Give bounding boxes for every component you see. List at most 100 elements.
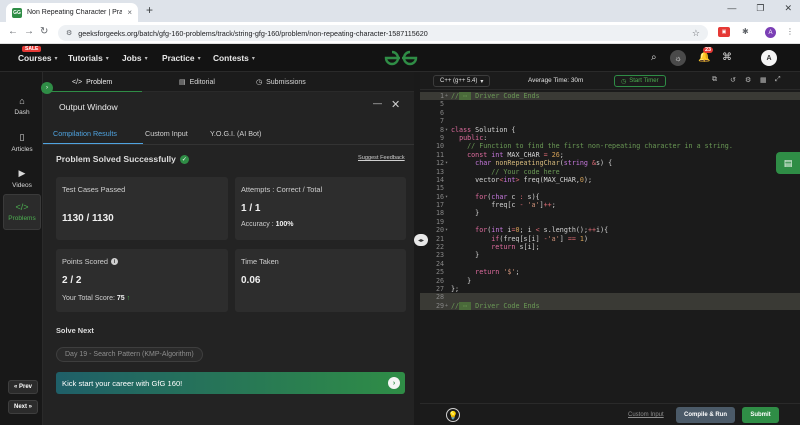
compile-run-button[interactable]: Compile & Run — [676, 407, 735, 423]
code-line[interactable]: 20 ▾ for(int i=0; i < s.length();++i){ — [420, 226, 800, 234]
fold-icon[interactable]: + — [445, 92, 450, 100]
site-info-icon[interactable]: ⚙ — [66, 29, 72, 37]
suggest-feedback-link[interactable]: Suggest Feedback — [358, 155, 405, 161]
back-icon[interactable]: ← — [8, 26, 18, 37]
rail-item-articles[interactable]: ▯ Articles — [3, 124, 41, 160]
nav-jobs[interactable]: Jobs ▾ — [122, 53, 148, 63]
code-line[interactable]: 9 public: — [420, 134, 800, 142]
code-line[interactable]: 1 +// ⋯ Driver Code Ends — [420, 92, 800, 101]
browser-tab[interactable]: GG Non Repeating Character | Prac × — [6, 3, 138, 22]
user-avatar[interactable]: A — [761, 50, 777, 66]
code-line[interactable]: 8 ▾ class Solution { — [420, 126, 800, 134]
reset-icon[interactable]: ↺ — [730, 76, 736, 84]
fold-icon[interactable]: ▾ — [445, 159, 450, 167]
fullscreen-icon[interactable]: ⤢ — [775, 76, 781, 84]
nav-contests[interactable]: Contests ▾ — [213, 53, 255, 63]
code-line[interactable]: 19 — [420, 218, 800, 226]
search-icon[interactable]: ⌕ — [651, 52, 657, 63]
code-line[interactable]: 7 — [420, 117, 800, 125]
settings-icon[interactable]: ⚙ — [745, 76, 751, 84]
next-problem-chip[interactable]: Day 19 - Search Pattern (KMP-Algorithm) — [56, 347, 203, 362]
extension-icon[interactable]: ▣ — [718, 27, 730, 37]
code-line[interactable]: 21 if(freq[s[i] -'a'] == 1) — [420, 235, 800, 243]
chevron-right-icon[interactable]: › — [388, 377, 400, 389]
code-line[interactable]: 12 ▾ char nonRepeatingChar(string &s) { — [420, 159, 800, 167]
forward-icon[interactable]: → — [24, 26, 34, 37]
code-line[interactable]: 11 const int MAX_CHAR = 26; — [420, 151, 800, 159]
url-omnibox[interactable]: ⚙ geeksforgeeks.org/batch/gfg-160-proble… — [58, 25, 708, 41]
fold-icon[interactable]: + — [445, 302, 450, 310]
code-line[interactable]: 5 — [420, 100, 800, 108]
code-line[interactable]: 24 — [420, 260, 800, 268]
chevron-right-icon[interactable]: › — [41, 82, 53, 94]
code-line[interactable]: 25 return '$'; — [420, 268, 800, 276]
layout-icon[interactable]: ▦ — [760, 76, 767, 84]
tab-close-icon[interactable]: × — [127, 8, 132, 17]
minimize-icon[interactable]: — — [727, 3, 736, 14]
minimize-icon[interactable]: — — [373, 98, 382, 108]
submit-button[interactable]: Submit — [742, 407, 779, 423]
maximize-icon[interactable]: ❐ — [756, 3, 764, 14]
chat-icon[interactable]: ▤ — [776, 152, 800, 174]
code-line[interactable]: 10 // Function to find the first non-rep… — [420, 142, 800, 150]
custom-input-link[interactable]: Custom Input — [628, 412, 664, 418]
nav-practice[interactable]: Practice ▾ — [162, 53, 201, 63]
profile-avatar[interactable]: A — [765, 27, 776, 38]
code-line[interactable]: 23 } — [420, 251, 800, 259]
code-area[interactable]: 1 +// ⋯ Driver Code Ends 5 6 7 8 ▾ class Soluti… — [420, 92, 800, 311]
close-icon[interactable]: ✕ — [391, 98, 400, 111]
rail-item-videos[interactable]: ▶ Videos — [3, 160, 41, 196]
code-line[interactable]: 16 ▾ for(char c : s){ — [420, 193, 800, 201]
theme-toggle-icon[interactable]: ☼ — [670, 50, 686, 66]
code-line[interactable]: 27}; — [420, 285, 800, 293]
chevron-down-icon: ▾ — [197, 55, 201, 62]
tab-editorial[interactable]: ▤ Editorial — [179, 72, 215, 92]
points-label-row: Points Scored i — [62, 257, 119, 266]
problem-tabs: </> Problem ▤ Editorial ◷ Submissions — [41, 72, 414, 92]
tab-problem[interactable]: </> Problem — [41, 72, 143, 92]
code-line[interactable]: 28 — [420, 293, 800, 302]
code-line[interactable]: 14 vector<int> freq(MAX_CHAR,0); — [420, 176, 800, 184]
tab-submissions[interactable]: ◷ Submissions — [256, 72, 306, 92]
code-line[interactable]: 13 // Your code here — [420, 168, 800, 176]
info-icon[interactable]: i — [111, 258, 119, 265]
gfg160-banner[interactable]: Kick start your career with GfG 160! › — [56, 372, 405, 394]
reload-icon[interactable]: ↻ — [40, 26, 48, 37]
translate-icon[interactable]: ⌘ — [722, 52, 732, 63]
next-button[interactable]: Next » — [8, 400, 38, 414]
lightbulb-icon[interactable]: 💡 — [446, 408, 460, 422]
code-line[interactable]: 18 } — [420, 209, 800, 217]
window-close-icon[interactable]: ✕ — [784, 3, 792, 14]
code-line[interactable]: 6 — [420, 109, 800, 117]
fold-icon[interactable]: ▾ — [445, 126, 450, 134]
line-number: 18 — [435, 209, 444, 218]
prev-button[interactable]: « Prev — [8, 380, 38, 394]
tab-custom-input[interactable]: Custom Input — [145, 129, 188, 138]
chevron-down-icon: ▾ — [480, 78, 484, 85]
code-line[interactable]: 29 +// ⋯ Driver Code Ends — [420, 301, 800, 311]
rail-item-dash[interactable]: ⌂ Dash — [3, 88, 41, 124]
code-line[interactable]: 22 return s[i]; — [420, 243, 800, 251]
start-timer-button[interactable]: ◷ Start Timer — [614, 75, 666, 87]
resize-handle-icon[interactable]: ◂▸ — [414, 234, 428, 246]
rail-item-problems[interactable]: </> Problems — [3, 194, 41, 230]
language-select[interactable]: C++ (g++ 5.4) ▾ — [433, 75, 491, 87]
code-line[interactable]: 17 freq[c - 'a']++; — [420, 201, 800, 209]
extensions-puzzle-icon[interactable]: ✱ — [742, 27, 749, 36]
fold-icon[interactable]: ▾ — [445, 226, 450, 234]
nav-courses[interactable]: Courses ▾ — [18, 53, 58, 63]
points-card: Points Scored i 2 / 2 Your Total Score: 7… — [56, 249, 228, 312]
gfg-logo-icon[interactable] — [384, 50, 418, 66]
tab-yogi-ai-bot[interactable]: Y.O.G.I. (AI Bot) — [210, 129, 261, 138]
status-text: Problem Solved Successfully — [56, 154, 176, 164]
copy-icon[interactable]: ⧉ — [712, 76, 717, 84]
code-line[interactable]: 15 — [420, 184, 800, 192]
new-tab-button[interactable]: + — [146, 3, 153, 17]
bell-icon[interactable]: 🔔 — [698, 52, 710, 63]
code-line[interactable]: 26 } — [420, 277, 800, 285]
nav-tutorials[interactable]: Tutorials ▾ — [68, 53, 109, 63]
tab-compilation-results[interactable]: Compilation Results — [53, 129, 117, 138]
fold-icon[interactable]: ▾ — [445, 193, 450, 201]
bookmark-star-icon[interactable]: ☆ — [692, 28, 700, 39]
kebab-menu-icon[interactable]: ⋮ — [786, 27, 794, 36]
